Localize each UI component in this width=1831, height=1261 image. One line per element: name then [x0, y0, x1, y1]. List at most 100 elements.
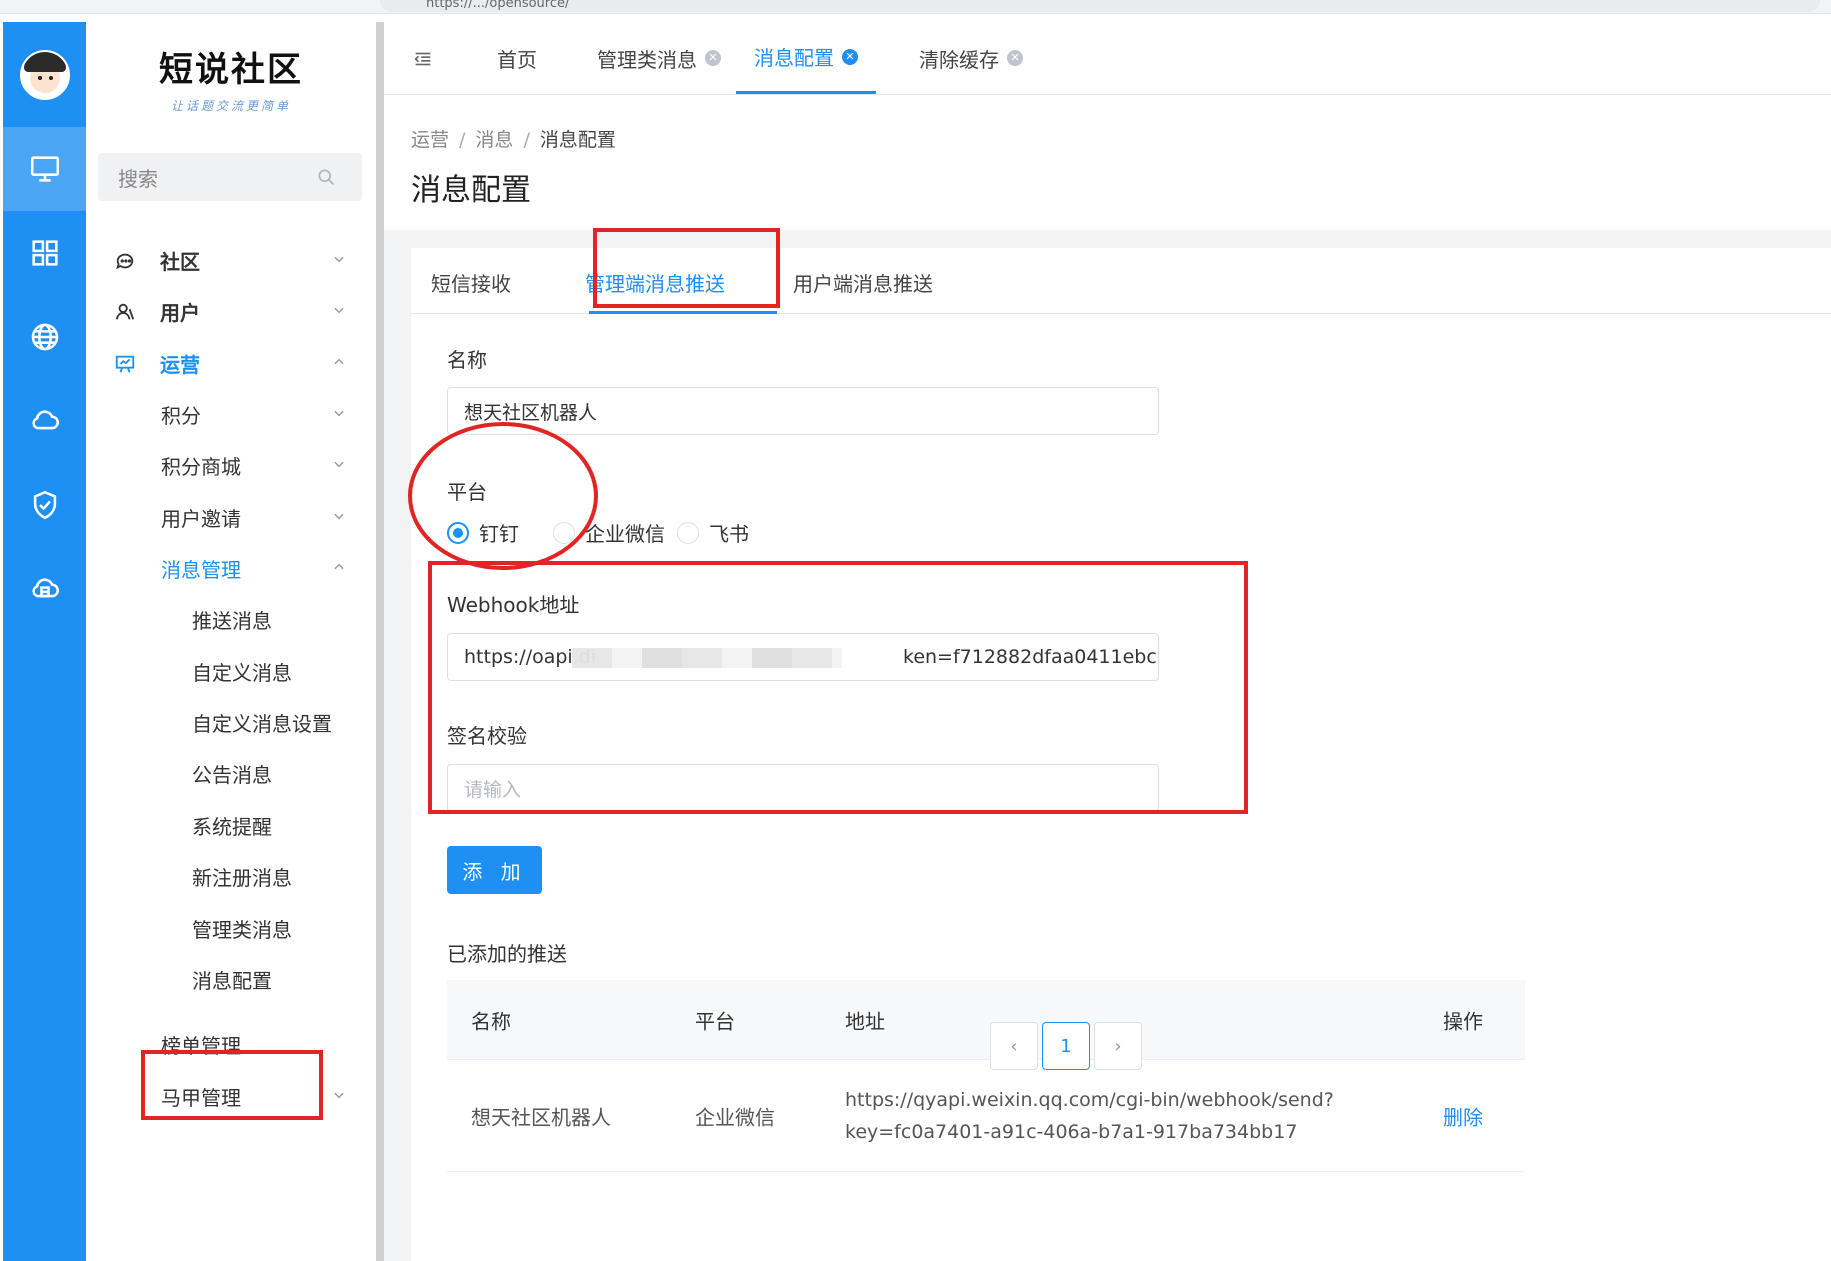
breadcrumb-separator: /: [523, 129, 530, 151]
delete-link[interactable]: 删除: [1443, 1101, 1483, 1130]
column-header-name: 名称: [471, 1009, 511, 1033]
tab-admin-messages[interactable]: 管理类消息 ✕: [597, 22, 721, 94]
page-header: 运营 / 消息 / 消息配置 消息配置: [384, 94, 1831, 230]
logo-title: 短说社区: [159, 50, 303, 90]
logo: 短说社区 让话题交流更简单: [86, 22, 376, 127]
tab-label: 首页: [497, 47, 537, 72]
page-title: 消息配置: [411, 173, 531, 208]
sidebar-item-label: 用户: [160, 300, 200, 325]
chevron-down-icon: [334, 461, 344, 468]
radio-label: 企业微信: [585, 522, 665, 546]
chevron-down-icon: [334, 513, 344, 520]
sidebar-item-new-register-message[interactable]: 新注册消息: [86, 846, 376, 906]
sidebar-item-label: 消息管理: [161, 557, 241, 582]
name-value: 想天社区机器人: [464, 401, 598, 424]
chevron-down-icon: [334, 256, 344, 263]
annotation-box-webhook-sign: [428, 561, 1248, 814]
close-icon[interactable]: ✕: [705, 50, 721, 66]
search-icon: [318, 169, 335, 186]
collapse-menu-icon[interactable]: [412, 48, 434, 70]
radio-feishu[interactable]: 飞书: [677, 518, 749, 547]
row-address: https://qyapi.weixin.qq.com/cgi-bin/webh…: [845, 1084, 1334, 1148]
cloud-icon: [31, 410, 59, 430]
close-icon[interactable]: ✕: [842, 48, 858, 65]
next-page-button[interactable]: ›: [1094, 1022, 1142, 1070]
sidebar-item-message-config[interactable]: 消息配置: [86, 949, 376, 1009]
row-address-line: key=fc0a7401-a91c-406a-b7a1-917ba734bb17: [845, 1120, 1298, 1143]
chevron-down-icon: [334, 1092, 344, 1099]
sidebar-item-label: 管理类消息: [192, 917, 292, 942]
column-header-address: 地址: [845, 1009, 885, 1033]
chat-icon: [116, 253, 134, 270]
address-bar[interactable]: https://.../opensource/: [380, 0, 1820, 12]
sidebar-item-label: 运营: [160, 352, 200, 377]
sidebar-item-user[interactable]: 用户: [86, 281, 376, 341]
tab-label: 清除缓存: [919, 47, 999, 72]
sidebar-item-label: 新注册消息: [192, 865, 292, 890]
sidebar-item-label: 系统提醒: [192, 814, 272, 839]
breadcrumb-item[interactable]: 消息: [475, 129, 513, 151]
added-push-table: 名称 平台 地址 操作 想天社区机器人 企业微信 https://qyapi.w…: [447, 980, 1525, 1172]
sidebar-item-label: 社区: [160, 249, 200, 274]
tab-message-config[interactable]: 消息配置 ✕: [736, 22, 876, 94]
chevron-up-icon: [334, 563, 344, 570]
cloud-storage-icon: [31, 578, 59, 598]
sidebar-item-push-message[interactable]: 推送消息: [86, 589, 376, 649]
sidebar-item-announcement[interactable]: 公告消息: [86, 743, 376, 803]
active-tab-indicator: [589, 311, 777, 314]
grid-icon: [31, 240, 58, 266]
top-tab-bar: 首页 管理类消息 ✕ 消息配置 ✕ 清除缓存 ✕: [384, 22, 1831, 94]
annotation-box-message-config-menu: [141, 1050, 323, 1120]
row-platform: 企业微信: [695, 1105, 775, 1129]
search-placeholder: 搜索: [118, 166, 158, 191]
column-header-platform: 平台: [695, 1009, 735, 1033]
rail-item-grid[interactable]: [3, 211, 86, 295]
sidebar-item-label: 积分: [161, 403, 201, 428]
row-address-line: https://qyapi.weixin.qq.com/cgi-bin/webh…: [845, 1088, 1334, 1111]
rail-item-cloud[interactable]: [3, 379, 86, 463]
rail-item-globe[interactable]: [3, 295, 86, 379]
table-row: 想天社区机器人 企业微信 https://qyapi.weixin.qq.com…: [447, 1060, 1525, 1172]
sidebar-item-label: 推送消息: [192, 608, 272, 633]
tab-label: 管理类消息: [597, 47, 697, 72]
row-name: 想天社区机器人: [471, 1105, 611, 1129]
chevron-down-icon: [334, 307, 344, 314]
sidebar-item-label: 自定义消息: [192, 660, 292, 685]
icon-rail: [3, 22, 86, 1261]
search-input[interactable]: 搜索: [98, 153, 362, 201]
annotation-circle-platform: [408, 422, 598, 570]
monitor-icon: [30, 156, 59, 182]
tab-user-push[interactable]: 用户端消息推送: [793, 268, 933, 297]
column-header-action: 操作: [1443, 1009, 1483, 1033]
close-icon[interactable]: ✕: [1007, 50, 1023, 66]
sidebar-menu: 社区 用户 运营 积分 积分商城 用户邀请 消息管理 推送消息 自定义消息 自定…: [86, 230, 376, 1110]
annotation-box-admin-push-tab: [593, 228, 780, 308]
tab-sms[interactable]: 短信接收: [431, 268, 511, 297]
rail-item-shield[interactable]: [3, 463, 86, 547]
radio-label: 飞书: [709, 522, 749, 546]
name-field[interactable]: 想天社区机器人: [447, 387, 1159, 435]
avatar[interactable]: [19, 49, 70, 100]
page-number-button[interactable]: 1: [1042, 1022, 1090, 1070]
browser-toolbar: https://.../opensource/: [0, 0, 1831, 14]
radio-dot: [677, 521, 699, 544]
sidebar-item-points-mall[interactable]: 积分商城: [86, 435, 376, 495]
avatar-container: [3, 22, 86, 127]
tab-home[interactable]: 首页: [497, 22, 537, 94]
sidebar-item-label: 积分商城: [161, 454, 241, 479]
breadcrumb-item[interactable]: 运营: [411, 129, 449, 151]
chevron-down-icon: [334, 410, 344, 417]
sidebar-item-label: 消息配置: [192, 968, 272, 993]
tab-label: 消息配置: [754, 46, 834, 70]
chevron-up-icon: [334, 358, 344, 365]
prev-page-button[interactable]: ‹: [990, 1022, 1038, 1070]
breadcrumb-current: 消息配置: [539, 129, 616, 151]
breadcrumb-separator: /: [459, 129, 466, 151]
breadcrumb: 运营 / 消息 / 消息配置: [411, 125, 616, 152]
add-button[interactable]: 添 加: [447, 846, 542, 894]
tab-clear-cache[interactable]: 清除缓存 ✕: [919, 22, 1023, 94]
rail-item-cloud-storage[interactable]: [3, 547, 86, 631]
sidebar-divider[interactable]: [376, 22, 384, 1261]
sidebar-item-label: 公告消息: [192, 762, 272, 787]
rail-item-monitor[interactable]: [3, 127, 86, 211]
